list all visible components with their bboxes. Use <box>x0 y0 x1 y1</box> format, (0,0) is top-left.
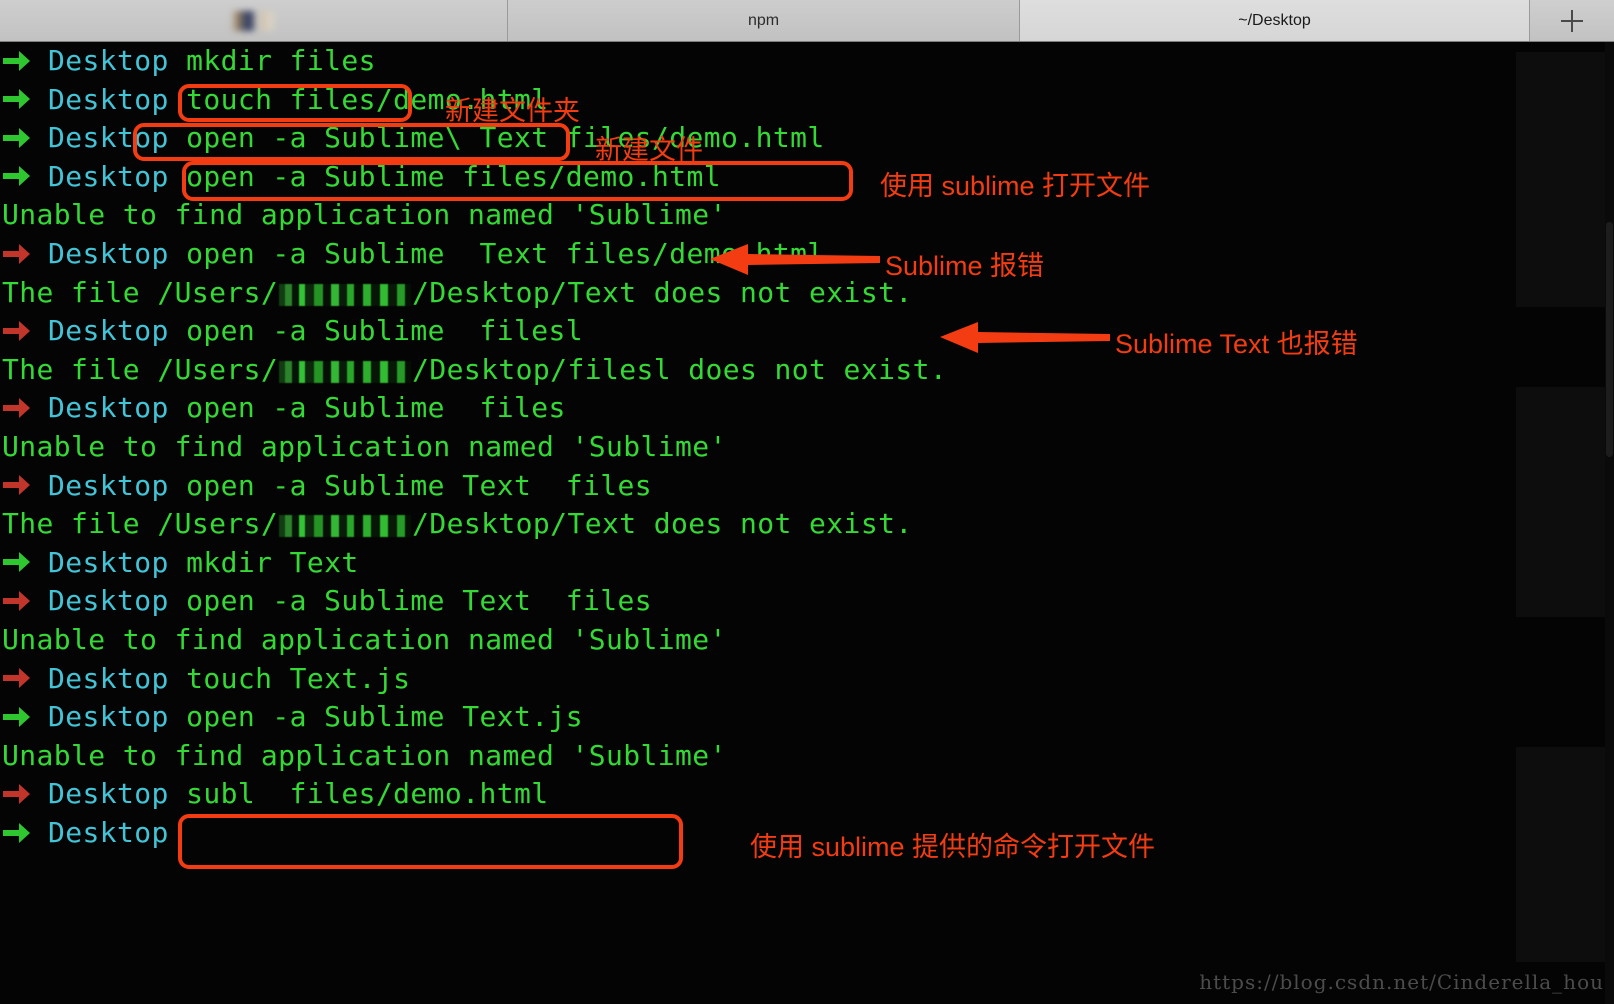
prompt-cwd: Desktop <box>48 815 169 849</box>
terminal-prompt-line: Desktop open -a Sublime Text files <box>0 582 1614 621</box>
redacted-username <box>279 360 412 383</box>
tab-desktop[interactable]: ~/Desktop <box>1020 0 1530 41</box>
output-text: The file /Users/ <box>2 507 279 541</box>
terminal-output-line: The file /Users/ /Desktop/Text does not e… <box>0 274 1614 313</box>
redacted-username <box>279 283 412 306</box>
tab-redacted[interactable] <box>0 0 508 41</box>
annotation-sublime-error: Sublime 报错 <box>885 251 1045 281</box>
scrollbar-thumb[interactable] <box>1606 222 1613 457</box>
terminal-output-pane[interactable]: Desktop mkdir files Desktop touch files/d… <box>0 42 1614 1004</box>
prompt-arrow-error-icon <box>2 311 48 350</box>
prompt-cwd: Desktop <box>48 545 169 579</box>
prompt-arrow-success-icon <box>2 697 48 736</box>
prompt-cwd: Desktop <box>48 121 169 155</box>
prompt-arrow-success-icon <box>2 118 48 157</box>
terminal-output-line: Unable to find application named 'Sublim… <box>0 196 1614 235</box>
terminal-output-line: Unable to find application named 'Sublim… <box>0 737 1614 776</box>
terminal-command: mkdir files <box>168 44 376 77</box>
watermark: https://blog.csdn.net/Cinderella_hou <box>1199 970 1604 994</box>
annotation-open-with-sublime: 使用 sublime 打开文件 <box>880 171 1151 201</box>
terminal-command: subl files/demo.html <box>168 777 549 811</box>
plus-icon <box>1561 9 1583 32</box>
new-tab-button[interactable] <box>1530 0 1614 41</box>
prompt-arrow-success-icon <box>2 156 48 195</box>
terminal-prompt-line: Desktop touch Text.js <box>0 660 1614 699</box>
tab-bar: npm ~/Desktop <box>0 0 1614 42</box>
terminal-command: mkdir Text <box>168 545 359 579</box>
terminal-output-line: Unable to find application named 'Sublim… <box>0 428 1614 467</box>
tab-redacted-label <box>230 10 277 31</box>
output-text: Unable to find application named 'Sublim… <box>2 198 727 232</box>
terminal-prompt-line: Desktop open -a Sublime filesl <box>0 312 1614 351</box>
tab-desktop-label: ~/Desktop <box>1238 11 1311 29</box>
prompt-cwd: Desktop <box>48 700 169 734</box>
output-text: The file /Users/ <box>2 352 279 386</box>
terminal-prompt-line: Desktop open -a Sublime Text files <box>0 467 1614 506</box>
prompt-arrow-success-icon <box>2 42 48 79</box>
output-text: /Desktop/Text does not exist. <box>412 507 913 541</box>
prompt-arrow-error-icon <box>2 234 48 273</box>
terminal-lines: Desktop mkdir files Desktop touch files/d… <box>0 42 1614 852</box>
prompt-cwd: Desktop <box>48 584 169 618</box>
output-text: Unable to find application named 'Sublim… <box>2 622 727 656</box>
annotation-new-folder: 新建文件夹 <box>445 96 580 126</box>
terminal-prompt-line: Desktop open -a Sublime files/demo.html <box>0 158 1614 197</box>
prompt-arrow-error-icon <box>2 465 48 504</box>
terminal-prompt-line: Desktop open -a Sublime\ Text files/demo… <box>0 119 1614 158</box>
output-text: /Desktop/Text does not exist. <box>412 275 913 309</box>
prompt-cwd: Desktop <box>48 777 169 811</box>
output-text: The file /Users/ <box>2 275 279 309</box>
terminal-prompt-line: Desktop mkdir Text <box>0 544 1614 583</box>
terminal-command: touch Text.js <box>168 661 411 695</box>
vertical-scrollbar[interactable] <box>1605 42 1614 1004</box>
terminal-command: open -a Sublime Text files <box>168 584 653 618</box>
terminal-command: open -a Sublime filesl <box>168 314 583 348</box>
terminal-output-line: Unable to find application named 'Sublim… <box>0 621 1614 660</box>
annotation-subl-command: 使用 sublime 提供的命令打开文件 <box>750 832 1156 862</box>
prompt-arrow-error-icon <box>2 388 48 427</box>
terminal-output-line: The file /Users/ /Desktop/filesl does not… <box>0 351 1614 390</box>
prompt-cwd: Desktop <box>48 314 169 348</box>
prompt-cwd: Desktop <box>48 661 169 695</box>
terminal-prompt-line: Desktop subl files/demo.html <box>0 775 1614 814</box>
terminal-prompt-line: Desktop mkdir files <box>0 42 1614 81</box>
prompt-arrow-success-icon <box>2 813 48 852</box>
terminal-window: npm ~/Desktop Desktop mkdir files Desktop… <box>0 0 1614 1004</box>
prompt-cwd: Desktop <box>48 44 169 77</box>
terminal-command: open -a Sublime Text files <box>168 468 653 502</box>
prompt-cwd: Desktop <box>48 236 169 270</box>
annotation-new-file: 新建文件 <box>595 135 703 165</box>
output-text: Unable to find application named 'Sublim… <box>2 738 727 772</box>
tab-npm-label: npm <box>747 11 780 29</box>
annotation-sublime-text-error: Sublime Text 也报错 <box>1115 329 1358 359</box>
prompt-arrow-error-icon <box>2 581 48 620</box>
terminal-output-line: The file /Users/ /Desktop/Text does not e… <box>0 505 1614 544</box>
prompt-arrow-error-icon <box>2 658 48 697</box>
output-text: Unable to find application named 'Sublim… <box>2 429 727 463</box>
terminal-command: open -a Sublime Text.js <box>168 700 583 734</box>
terminal-prompt-line: Desktop touch files/demo.html <box>0 81 1614 120</box>
terminal-prompt-line: Desktop open -a Sublime Text files/demo.… <box>0 235 1614 274</box>
prompt-cwd: Desktop <box>48 391 169 425</box>
prompt-arrow-success-icon <box>2 542 48 581</box>
prompt-cwd: Desktop <box>48 82 169 116</box>
tab-npm[interactable]: npm <box>508 0 1020 41</box>
prompt-cwd: Desktop <box>48 468 169 502</box>
terminal-prompt-line: Desktop open -a Sublime Text.js <box>0 698 1614 737</box>
prompt-arrow-error-icon <box>2 774 48 813</box>
terminal-command: open -a Sublime Text files/demo.html <box>168 236 825 270</box>
redacted-username <box>279 515 412 538</box>
prompt-cwd: Desktop <box>48 159 169 193</box>
terminal-prompt-line: Desktop open -a Sublime files <box>0 389 1614 428</box>
terminal-command: open -a Sublime files <box>168 391 566 425</box>
prompt-arrow-success-icon <box>2 79 48 118</box>
output-text: /Desktop/filesl does not exist. <box>412 352 948 386</box>
